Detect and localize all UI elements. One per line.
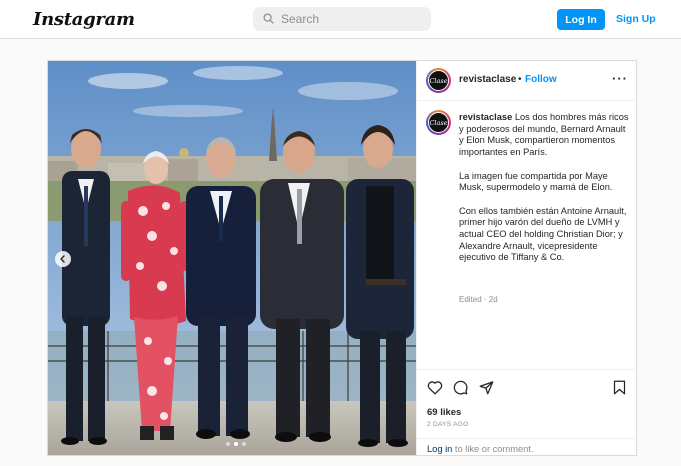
post-sidebar: Clase revistaclase • Follow ··· Clase re… [416,61,637,455]
share-icon[interactable] [479,380,494,395]
previous-slide-button[interactable] [55,251,71,267]
search-icon [263,13,274,24]
avatar-logo: Clase [428,112,449,133]
login-link[interactable]: Log in [427,444,452,454]
login-prompt-text: to like or comment. [452,444,534,454]
post-photo[interactable] [48,61,416,455]
search-box[interactable] [253,7,431,31]
carousel-dot [242,442,246,446]
bookmark-icon[interactable] [613,380,626,395]
post-card: Clase revistaclase • Follow ··· Clase re… [47,60,637,456]
login-button[interactable]: Log In [557,9,605,30]
post-caption: revistaclase Los dos hombres más ricos y… [459,112,631,276]
post-actions: 69 likes 2 DAYS AGO Log in to like or co… [417,369,637,459]
post-time-ago: 2 DAYS AGO [427,421,469,428]
post-header: Clase revistaclase • Follow ··· [417,61,637,101]
caption-avatar[interactable]: Clase [426,110,451,135]
post-author-username[interactable]: revistaclase [459,74,516,85]
signup-link[interactable]: Sign Up [616,13,656,25]
caption-paragraph-2: La imagen fue compartida por Maye Musk, … [459,170,613,193]
chevron-left-icon [60,255,65,263]
caption-username[interactable]: revistaclase [459,112,512,122]
carousel-indicator [226,442,246,446]
carousel-dot [226,442,230,446]
avatar[interactable]: Clase [426,68,451,93]
login-prompt: Log in to like or comment. [417,438,637,458]
carousel-dot [234,442,238,446]
follow-button[interactable]: Follow [525,74,557,85]
comment-icon[interactable] [453,380,468,395]
top-navigation-bar: Instagram Log In Sign Up [0,0,681,39]
more-options-icon[interactable]: ··· [612,72,628,85]
caption-paragraph-3: Con ellos también están Antoine Arnault,… [459,205,627,263]
heart-icon[interactable] [427,380,443,395]
edited-timestamp: Edited · 2d [459,295,498,304]
instagram-logo[interactable]: Instagram [33,9,135,30]
avatar-logo: Clase [428,70,449,91]
photo-scene [48,61,416,455]
search-input[interactable] [281,10,421,28]
like-count[interactable]: 69 likes [427,407,461,418]
separator-dot: • [518,74,522,85]
